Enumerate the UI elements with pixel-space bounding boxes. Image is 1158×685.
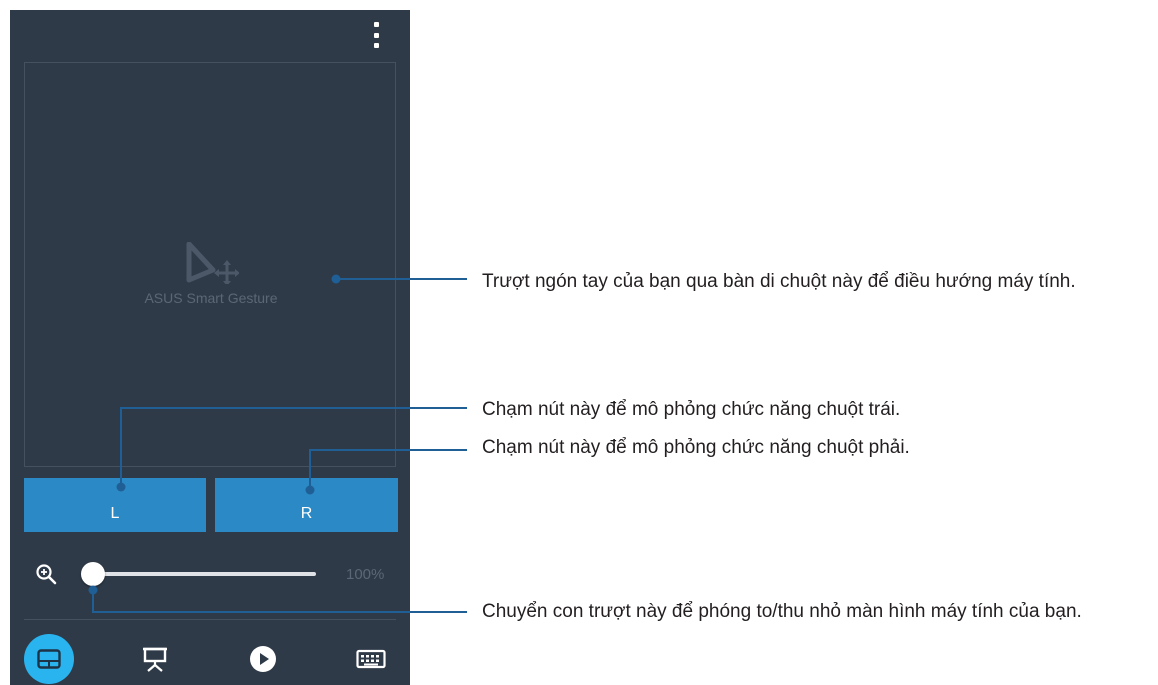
touchpad-area[interactable]: ASUS Smart Gesture bbox=[24, 62, 396, 467]
zoom-slider[interactable] bbox=[81, 562, 317, 586]
keyboard-icon bbox=[356, 649, 386, 669]
slider-thumb[interactable] bbox=[81, 562, 105, 586]
nav-keyboard[interactable] bbox=[348, 636, 394, 682]
callout-left-button: Chạm nút này để mô phỏng chức năng chuột… bbox=[482, 399, 901, 420]
divider bbox=[24, 619, 396, 620]
callout-right-button: Chạm nút này để mô phỏng chức năng chuột… bbox=[482, 437, 910, 458]
left-button-label: L bbox=[110, 505, 120, 522]
right-button-label: R bbox=[300, 505, 313, 522]
brand-block: ASUS Smart Gesture bbox=[25, 242, 397, 306]
nav-touchpad[interactable] bbox=[24, 634, 74, 684]
brand-label: ASUS Smart Gesture bbox=[144, 290, 278, 306]
phone-screen: ASUS Smart Gesture L R 100% bbox=[10, 10, 410, 685]
nav-presentation[interactable] bbox=[132, 636, 178, 682]
presentation-icon bbox=[143, 647, 167, 672]
more-vert-icon[interactable] bbox=[372, 22, 380, 48]
callout-touchpad: Trượt ngón tay của bạn qua bàn di chuột … bbox=[482, 271, 1076, 292]
right-click-button[interactable]: R bbox=[215, 478, 398, 532]
left-click-button[interactable]: L bbox=[24, 478, 206, 532]
zoom-percentage: 100% bbox=[346, 566, 385, 583]
callout-slider: Chuyển con trượt này để phóng to/thu nhỏ… bbox=[482, 601, 1082, 622]
slider-track bbox=[92, 572, 316, 576]
gesture-cursor-icon bbox=[186, 242, 239, 284]
nav-media[interactable] bbox=[240, 636, 286, 682]
touchpad-icon bbox=[37, 649, 61, 669]
play-icon bbox=[250, 646, 276, 672]
zoom-in-icon[interactable] bbox=[35, 563, 57, 585]
